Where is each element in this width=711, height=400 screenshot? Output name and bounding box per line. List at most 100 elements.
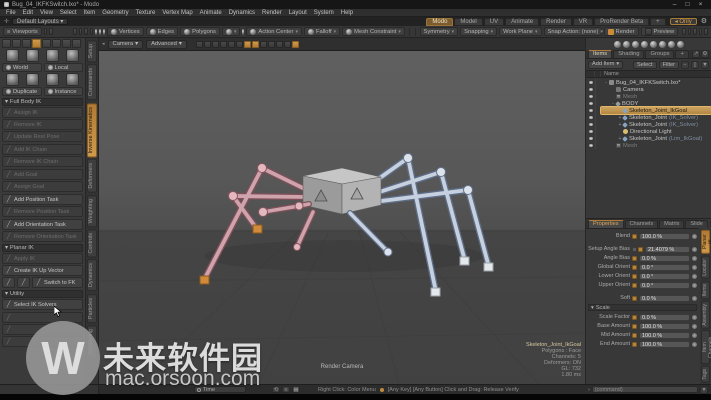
viewport-toggle-icon[interactable] <box>252 41 259 48</box>
mini-dial-icon[interactable] <box>692 283 697 288</box>
tree-row-skeleton-joint[interactable]: +Skeleton_Joint(IK_Solver) <box>586 114 711 121</box>
maximize-button[interactable]: □ <box>681 0 694 9</box>
visibility-eye-icon[interactable] <box>586 116 595 119</box>
joint-tool-icon[interactable] <box>6 49 19 62</box>
panel-tab-shading[interactable]: Shading <box>613 50 644 58</box>
item-type-icon[interactable] <box>659 41 666 48</box>
magnify-icon[interactable] <box>693 28 697 35</box>
toolbox-tab-setup[interactable]: Setup <box>87 40 97 62</box>
local-button[interactable]: Local <box>44 63 84 72</box>
instance-button[interactable]: Instance <box>44 87 84 96</box>
field-value-input[interactable]: 0.0 % <box>639 255 690 262</box>
prop-vtab-assembly[interactable]: Assembly <box>701 301 710 329</box>
layout-tab-model[interactable]: Model <box>454 18 482 26</box>
items-mode-icon[interactable] <box>73 28 77 35</box>
viewport-toggle-icon[interactable] <box>212 41 219 48</box>
field-value-input[interactable]: 0.0 ° <box>639 273 690 280</box>
tool-category-icon[interactable] <box>42 39 51 48</box>
ik-command-button[interactable]: ╱ <box>2 312 83 323</box>
toolbox-tab-inverse-kinematics[interactable]: Inverse Kinematics <box>87 103 97 157</box>
tool-category-icon[interactable] <box>32 39 41 48</box>
viewport-3d[interactable]: ◂ Camera▾ Advanced▾ <box>99 38 585 384</box>
envelope-icon[interactable] <box>632 274 637 279</box>
render-button[interactable]: Render <box>604 27 639 36</box>
field-value-input[interactable]: 0.0 % <box>639 295 690 302</box>
visibility-eye-icon[interactable] <box>586 102 595 105</box>
tree-row-skeleton-joint[interactable]: +Skeleton_Joint(Lim_IkGoal) <box>586 135 711 142</box>
menu-select[interactable]: Select <box>60 10 77 16</box>
material-mode-button[interactable]: ▾ <box>222 27 241 36</box>
duplicate-button[interactable]: Duplicate <box>2 87 42 96</box>
menu-layout[interactable]: Layout <box>289 10 307 16</box>
panel-tab-groups[interactable]: Groups <box>645 50 674 58</box>
snap-action-dropdown[interactable]: Snap Action: (none)▾ <box>544 27 602 36</box>
item-type-icon[interactable] <box>614 41 621 48</box>
item-type-icon[interactable] <box>650 41 657 48</box>
search-icon[interactable] <box>682 28 686 35</box>
button-remove-ik-chain[interactable]: ╱Remove IK Chain <box>2 156 83 167</box>
button-update-rest-pose[interactable]: ╱Update Rest Pose <box>2 131 83 142</box>
skeleton-tool-icon[interactable] <box>46 49 59 62</box>
list-icon[interactable]: ≡ <box>282 386 290 393</box>
button-add-goal[interactable]: ╱Add Goal <box>2 169 83 180</box>
prop-tab-slide[interactable]: Slide <box>685 220 707 228</box>
command-input[interactable]: (command) <box>592 386 698 393</box>
button-remove-orientation-task[interactable]: ╱Remove Orientation Task <box>2 231 83 242</box>
toolbox-tab-dynamics[interactable]: Dynamics <box>87 259 97 291</box>
prop-tab-properties[interactable]: Properties <box>588 220 624 228</box>
pin-icon[interactable]: ✛ <box>4 18 9 25</box>
viewport-toggle-icon[interactable] <box>276 41 283 48</box>
button-add-position-task[interactable]: ╱Add Position Task <box>2 194 83 205</box>
time-field[interactable]: Time <box>194 386 246 393</box>
snapping-button[interactable]: Snapping▾ <box>460 27 497 36</box>
envelope-icon[interactable] <box>632 342 637 347</box>
layout-tab-[interactable]: + <box>650 18 666 26</box>
preview-button[interactable]: Preview <box>641 27 679 36</box>
visibility-eye-icon[interactable] <box>586 137 595 140</box>
button-remove-ik[interactable]: ╱Remove IK <box>2 119 83 130</box>
scene-canvas[interactable]: Render Camera Skeleton_Joint_IkGoalPolyg… <box>99 51 585 384</box>
button-add-orientation-task[interactable]: ╱Add Orientation Task <box>2 219 83 230</box>
tool-category-icon[interactable] <box>2 39 11 48</box>
envelope-icon[interactable] <box>632 324 637 329</box>
grid-icon[interactable]: ▦ <box>292 386 300 393</box>
item-type-icon[interactable] <box>677 41 684 48</box>
toolbox-tab-weighting[interactable]: Weighting <box>87 195 97 227</box>
envelope-icon[interactable] <box>632 315 637 320</box>
ik-fk-icon-button[interactable]: ╱ <box>17 277 30 288</box>
item-mode-icon[interactable] <box>242 29 244 35</box>
tree-row-skeleton-joint-ikgoal[interactable]: Skeleton_Joint_IkGoal <box>586 107 711 114</box>
tree-row-directional-light[interactable]: Directional Light <box>586 128 711 135</box>
mini-dial-icon[interactable] <box>692 315 697 320</box>
select-button[interactable]: Select <box>633 61 657 69</box>
viewport-toggle-icon[interactable] <box>196 41 203 48</box>
item-type-icon[interactable] <box>623 41 630 48</box>
viewport-toggle-icon[interactable] <box>244 41 251 48</box>
visibility-eye-icon[interactable] <box>586 144 595 147</box>
layout-switch-icon[interactable] <box>49 28 53 35</box>
close-button[interactable]: × <box>694 0 707 9</box>
camera-view-dropdown[interactable]: Camera▾ <box>108 40 144 49</box>
menu-geometry[interactable]: Geometry <box>102 10 128 16</box>
field-value-input[interactable]: 100.0 % <box>639 233 690 240</box>
item-type-icon[interactable] <box>632 41 639 48</box>
lasso-select-icon[interactable] <box>90 28 94 35</box>
menu-animate[interactable]: Animate <box>200 10 222 16</box>
mini-dial-icon[interactable] <box>692 342 697 347</box>
action-center-button[interactable]: Action Center▾ <box>246 27 302 36</box>
tool-category-icon[interactable] <box>22 39 31 48</box>
menu-view[interactable]: View <box>40 10 53 16</box>
menu-texture[interactable]: Texture <box>136 10 156 16</box>
menu-system[interactable]: System <box>314 10 334 16</box>
envelope-icon[interactable] <box>632 265 637 270</box>
viewport-toggle-icon[interactable] <box>260 41 267 48</box>
mini-dial-icon[interactable] <box>692 256 697 261</box>
button-remove-position-task[interactable]: ╱Remove Position Task <box>2 206 83 217</box>
prop-vtab-items[interactable]: Items <box>701 281 710 299</box>
field-value-input[interactable]: 21.4079 % <box>645 246 690 253</box>
prop-vtab-locator[interactable]: Locator <box>701 256 710 279</box>
viewport-toggle-icon[interactable] <box>236 41 243 48</box>
envelope-icon[interactable] <box>632 283 637 288</box>
toolbox-tab-deformers[interactable]: Deformers <box>87 159 97 193</box>
mini-dial-icon[interactable] <box>692 234 697 239</box>
